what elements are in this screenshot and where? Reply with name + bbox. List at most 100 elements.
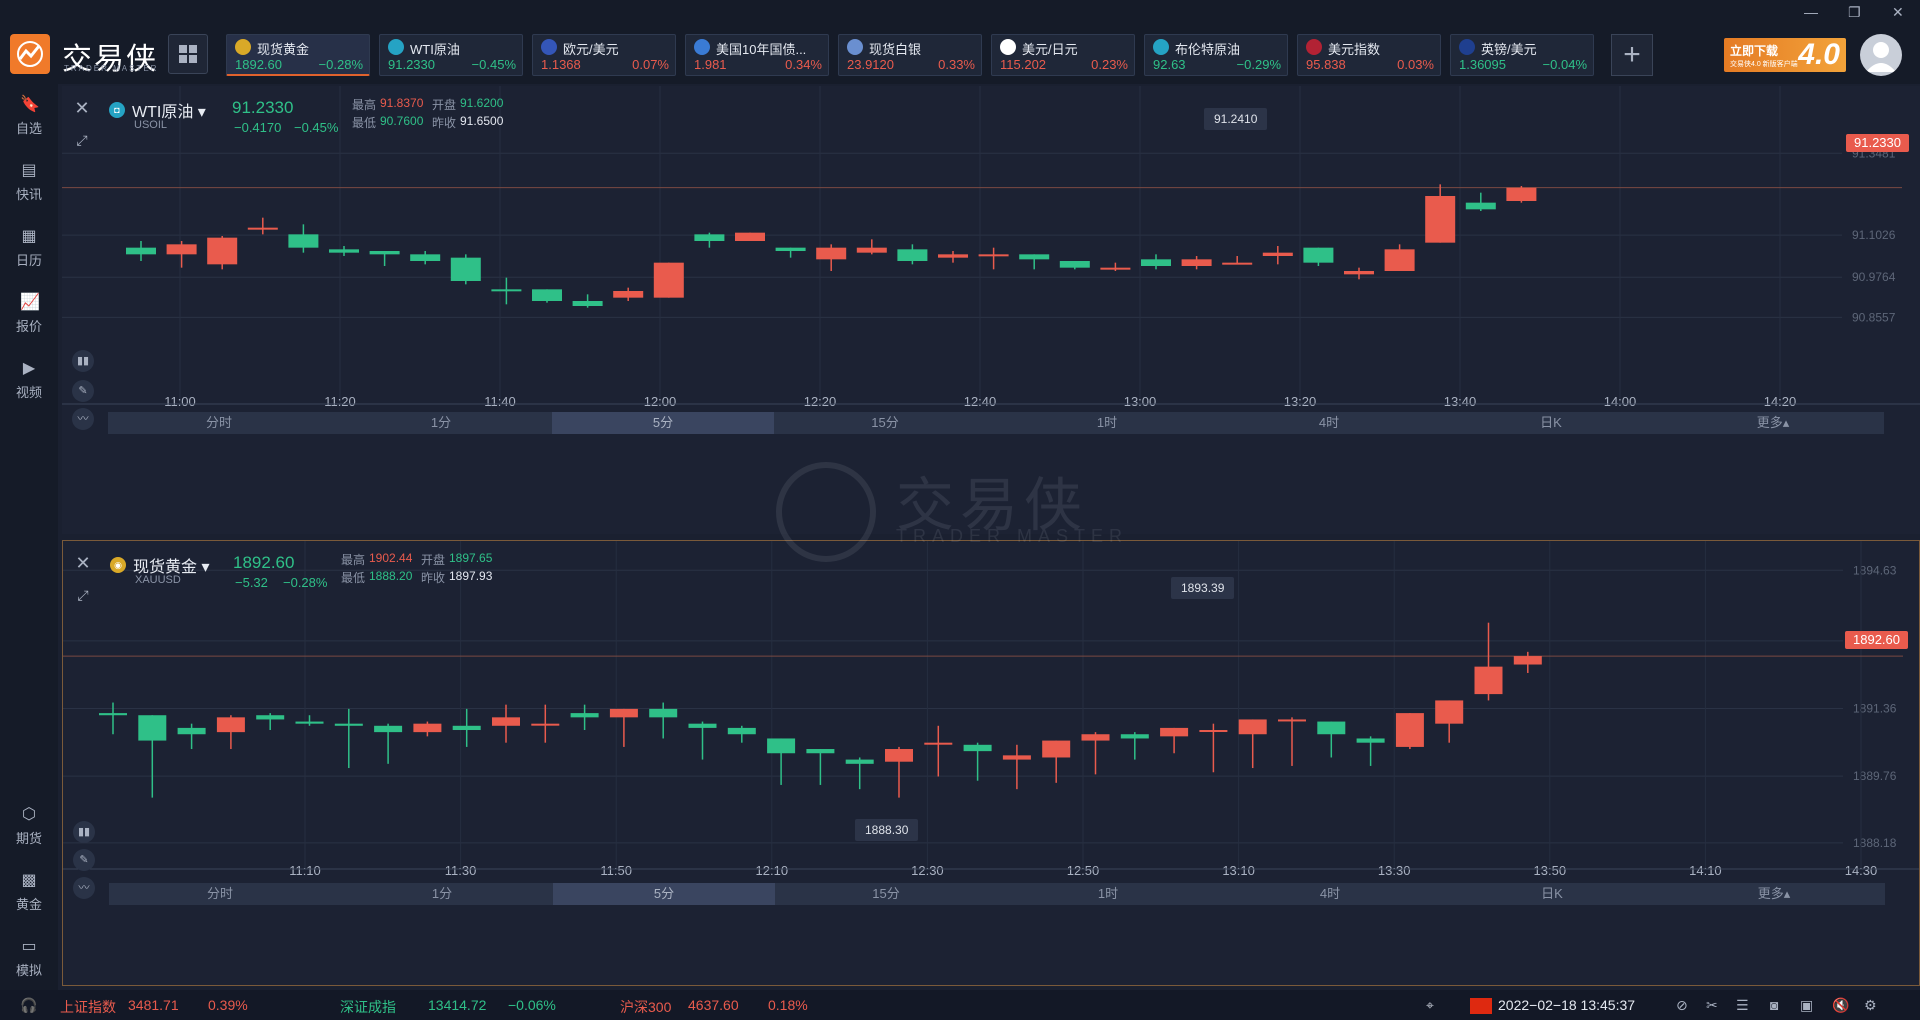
draw-pen-icon[interactable]: ✎ (73, 849, 95, 871)
candle-body (329, 249, 359, 253)
timeframe-tab[interactable]: 1时 (996, 412, 1218, 434)
timeframe-tab[interactable]: 更多▴ (1662, 412, 1884, 434)
calendar-icon: ▦ (21, 228, 37, 245)
timeframe-tab[interactable]: 4时 (1219, 883, 1441, 905)
sidebar-item[interactable]: ⬡ 期货 (0, 804, 58, 864)
satellite-icon[interactable]: ⌖ (1426, 997, 1434, 1014)
timeframe-tab[interactable]: 分时 (109, 883, 331, 905)
timeframe-bar: 分时 1分 5分 15分 1时 4时 日K 更多▴ (109, 883, 1885, 905)
minimize-icon[interactable]: — (1804, 4, 1818, 20)
index-name[interactable]: 深证成指 (340, 997, 396, 1017)
candle-body (1002, 755, 1031, 760)
timeframe-tab[interactable]: 1分 (331, 883, 553, 905)
line-tool-icon[interactable]: 〰 (72, 408, 94, 430)
ticker-card[interactable]: 美国10年国债... 1.981 0.34% (685, 34, 829, 76)
candle-body (1262, 252, 1293, 256)
index-name[interactable]: 上证指数 (60, 997, 116, 1017)
candle-body (694, 234, 725, 241)
ticker-card[interactable]: 布伦特原油 92.63 −0.29% (1144, 34, 1288, 76)
sidebar-item-label: 日历 (15, 253, 42, 268)
ticker-name: 美元指数 (1328, 42, 1381, 57)
gold-candlestick-chart[interactable]: 1894.631892.961891.361889.761888.1811:10… (63, 541, 1919, 985)
candle-body (138, 715, 167, 741)
settings-icon[interactable]: ⚙ (1864, 997, 1877, 1014)
x-tick-label: 14:10 (1689, 863, 1722, 878)
x-tick-label: 11:40 (484, 394, 516, 409)
timeframe-tab[interactable]: 1分 (330, 412, 552, 434)
timeframe-tab[interactable]: 15分 (774, 412, 996, 434)
ticker-card[interactable]: WTI原油 91.2330 −0.45% (379, 34, 523, 76)
mute-icon[interactable]: 🔇 (1832, 997, 1849, 1014)
close-panel-icon[interactable]: ✕ (73, 553, 93, 573)
timeframe-tab[interactable]: 5分 (553, 883, 775, 905)
index-name[interactable]: 沪深300 (620, 997, 671, 1017)
timeframe-tab[interactable]: 1时 (997, 883, 1219, 905)
news-icon: ▤ (21, 162, 37, 179)
line-tool-icon[interactable]: 〰 (73, 877, 95, 899)
timeframe-tab[interactable]: 5分 (552, 412, 774, 434)
wti-candlestick-chart[interactable]: 91.348191.102690.976490.855711:00 11:20 11… (62, 86, 1920, 534)
timeframe-tab[interactable]: 4时 (1218, 412, 1440, 434)
list-icon[interactable]: ☰ (1736, 997, 1749, 1014)
app-root: 交易侠 TRADER MASTER 现货黄金 1892.60 −0.28% WTI原油… (0, 0, 1920, 1020)
headset-icon[interactable]: 🎧 (20, 997, 37, 1014)
candle-body (1059, 261, 1090, 268)
timeframe-tab[interactable]: 15分 (775, 883, 997, 905)
add-ticker-button[interactable]: + (1611, 34, 1653, 76)
candle-body (1141, 259, 1171, 266)
plus-icon: + (1623, 38, 1641, 71)
candle-body (413, 723, 442, 733)
sidebar-item[interactable]: ▦ 日历 (0, 226, 58, 286)
ticker-card[interactable]: 美元指数 95.838 0.03% (1297, 34, 1441, 76)
ticker-change: −0.29% (1236, 57, 1281, 72)
x-tick-label: 11:00 (164, 394, 196, 409)
sidebar-item[interactable]: ▩ 黄金 (0, 870, 58, 930)
layout-grid-button[interactable] (168, 34, 208, 74)
tools-icon[interactable]: ✂ (1706, 997, 1718, 1014)
timeframe-tab[interactable]: 更多▴ (1663, 883, 1885, 905)
timeframe-tab[interactable]: 分时 (108, 412, 330, 434)
expand-icon[interactable]: ⤢ (72, 130, 92, 150)
ticker-price: 95.838 (1306, 57, 1346, 72)
ticker-change: 0.33% (938, 57, 975, 72)
x-tick-label: 13:00 (1124, 394, 1157, 409)
close-panel-icon[interactable]: ✕ (72, 98, 92, 118)
sidebar-item[interactable]: ▤ 快讯 (0, 160, 58, 220)
layout-icon[interactable]: ▣ (1800, 997, 1813, 1014)
oil-icon: ◘ (109, 102, 125, 118)
user-avatar[interactable] (1860, 34, 1902, 76)
sidebar-item[interactable]: ▶ 视频 (0, 358, 58, 418)
timeframe-tab[interactable]: 日K (1441, 883, 1663, 905)
candle-body (1120, 734, 1149, 739)
chart-background (63, 541, 1919, 985)
ticker-card[interactable]: 英镑/美元 1.36095 −0.04% (1450, 34, 1594, 76)
indicator-icon[interactable]: ▮▮ (73, 821, 95, 843)
x-tick-label: 14:20 (1764, 394, 1797, 409)
candle-body (1356, 738, 1385, 743)
expand-icon[interactable]: ⤢ (73, 585, 93, 605)
sidebar-item[interactable]: ▭ 模拟 (0, 936, 58, 996)
candle-body (816, 247, 847, 260)
x-tick-label: 14:30 (1845, 863, 1878, 878)
candle (532, 289, 562, 303)
sidebar-item[interactable]: 📈 报价 (0, 292, 58, 352)
candle-body (885, 749, 913, 762)
download-promo-banner[interactable]: 立即下载 交易侠4.0 新版客户端 4.0 (1724, 38, 1846, 72)
close-window-icon[interactable]: ✕ (1892, 4, 1904, 21)
indicator-icon[interactable]: ▮▮ (72, 350, 94, 372)
ticker-card[interactable]: 现货黄金 1892.60 −0.28% (226, 34, 370, 76)
candle-body (166, 244, 197, 255)
timeframe-tab[interactable]: 日K (1440, 412, 1662, 434)
chart-off-icon[interactable]: ⊘ (1676, 997, 1688, 1014)
draw-pen-icon[interactable]: ✎ (72, 380, 94, 402)
screenshot-icon[interactable]: ◙ (1770, 997, 1778, 1013)
candle-body (1222, 262, 1253, 265)
ticker-name: WTI原油 (410, 42, 460, 57)
ticker-card[interactable]: 现货白银 23.9120 0.33% (838, 34, 982, 76)
restore-icon[interactable]: ❐ (1848, 4, 1861, 21)
candle-body (1100, 267, 1131, 270)
ticker-card[interactable]: 欧元/美元 1.1368 0.07% (532, 34, 676, 76)
ticker-card[interactable]: 美元/日元 115.202 0.23% (991, 34, 1135, 76)
sidebar-item[interactable]: 🔖 自选 (0, 94, 58, 154)
sidebar-item-label: 黄金 (15, 897, 42, 912)
